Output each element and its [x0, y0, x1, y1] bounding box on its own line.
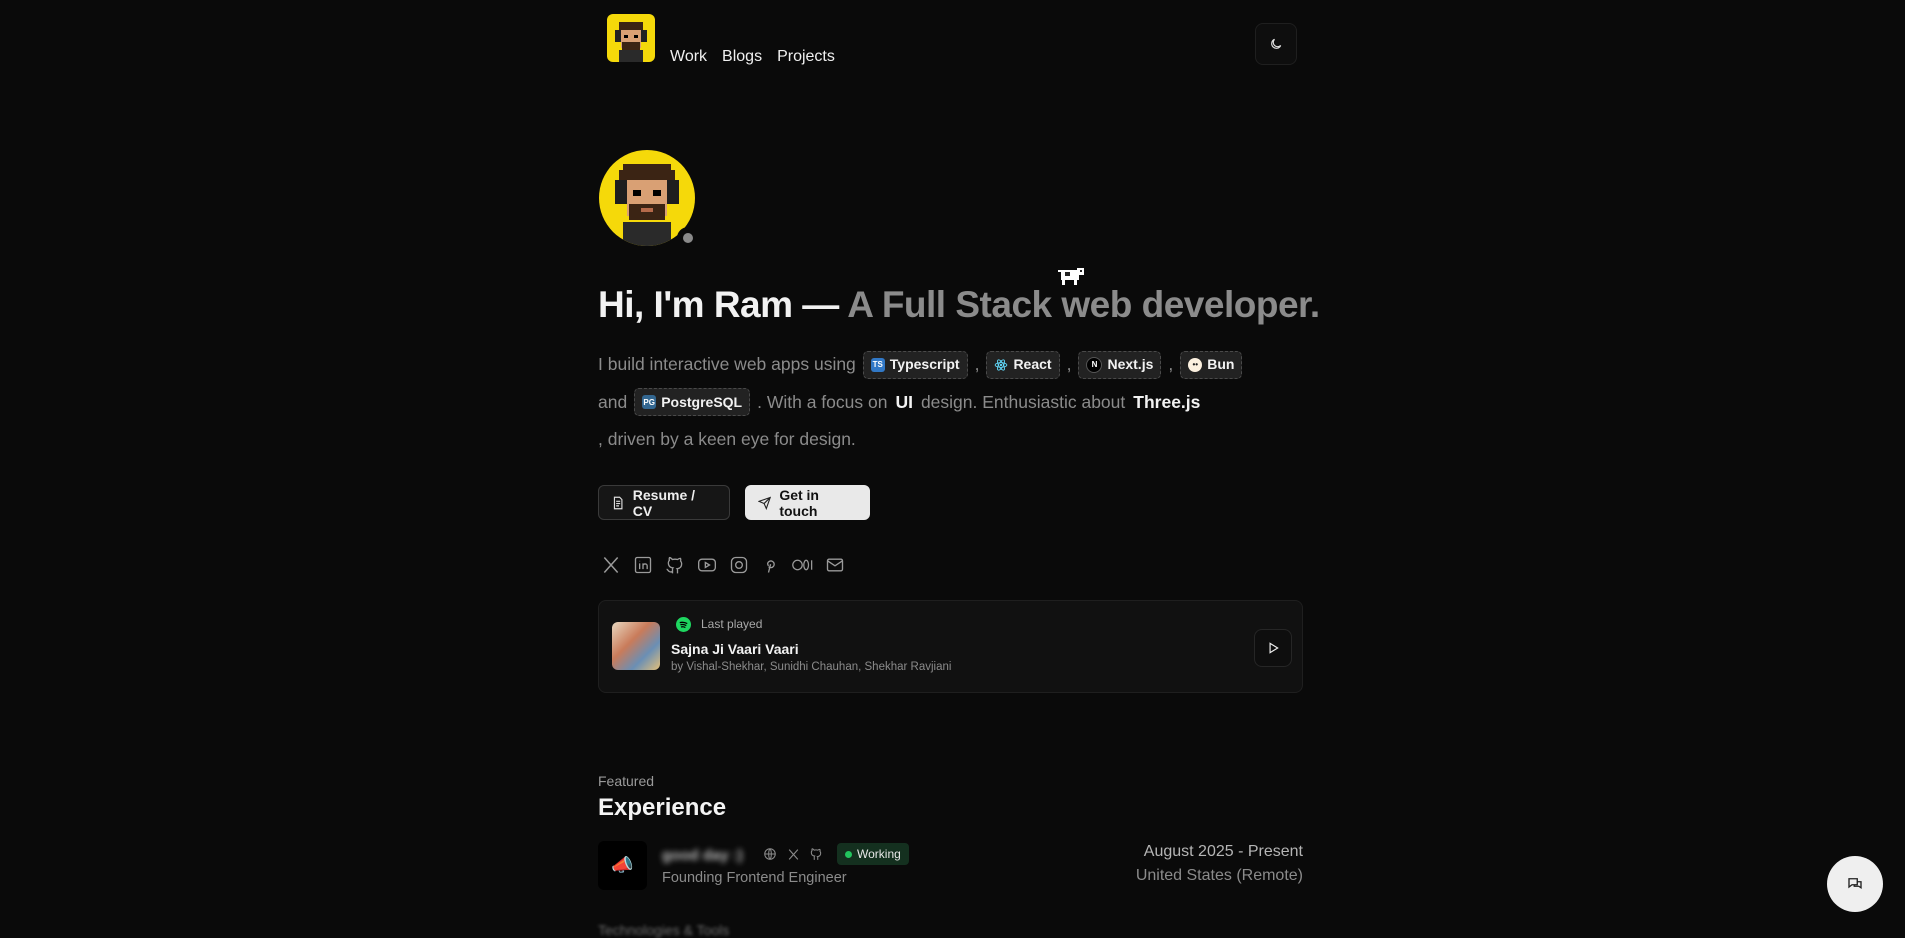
pixel-avatar-icon	[615, 22, 647, 62]
youtube-icon[interactable]	[696, 554, 718, 576]
headline-greeting: Hi, I'm Ram —	[598, 284, 848, 325]
intro-and: and	[598, 391, 628, 412]
skill-label: PostgreSQL	[661, 393, 743, 410]
intro-threejs: Three.js	[1133, 391, 1201, 412]
job-location: United States (Remote)	[1135, 867, 1303, 884]
status-indicator	[677, 227, 699, 249]
social-links	[600, 554, 846, 576]
status-badge-label: Working	[857, 847, 901, 861]
document-icon	[613, 496, 623, 509]
instagram-icon[interactable]	[728, 554, 750, 576]
hero-headline: Hi, I'm Ram — A Full Stack web developer…	[598, 280, 1320, 330]
get-in-touch-label: Get in touch	[779, 486, 819, 519]
github-icon[interactable]	[809, 847, 823, 861]
skill-pill-react[interactable]: React	[986, 350, 1060, 379]
skill-label: Typescript	[889, 356, 960, 372]
x-icon[interactable]	[600, 554, 622, 576]
typescript-icon: TS	[870, 357, 885, 372]
skill-label: React	[1013, 356, 1052, 372]
next-section-peek: Technologies & Tools	[598, 922, 730, 938]
separator: ,	[974, 354, 980, 374]
spotify-icon	[676, 617, 691, 632]
nav-link-projects[interactable]: Projects	[777, 48, 835, 66]
get-in-touch-button[interactable]: Get in touch	[745, 485, 870, 520]
job-dates: August 2025 - Present	[1143, 843, 1303, 860]
album-art	[612, 622, 660, 670]
send-icon	[758, 496, 772, 510]
last-played-label: Last played	[701, 617, 763, 631]
pinterest-icon[interactable]	[760, 554, 782, 576]
main-nav: Work Blogs Projects	[670, 48, 835, 66]
intro-tail: , driven by a keen eye for design.	[598, 429, 856, 449]
section-eyebrow: Featured	[598, 773, 655, 789]
chat-button[interactable]	[1827, 856, 1883, 912]
mail-icon[interactable]	[824, 554, 846, 576]
status-badge: Working	[837, 843, 909, 865]
intro-focus-tail: design. Enthusiastic about	[920, 391, 1126, 412]
job-role: Founding Frontend Engineer	[662, 870, 847, 886]
linkedin-icon[interactable]	[632, 554, 654, 576]
play-icon	[1269, 642, 1279, 654]
skill-pill-bun[interactable]: •• Bun	[1180, 350, 1243, 379]
intro-focus-strong: UI	[895, 391, 913, 412]
resume-button[interactable]: Resume / CV	[598, 485, 730, 520]
separator: ,	[1066, 354, 1072, 374]
moon-icon	[1271, 38, 1282, 49]
intro-lead: I build interactive web apps using	[598, 354, 856, 374]
skill-pill-nextjs[interactable]: N Next.js	[1078, 350, 1162, 379]
site-logo[interactable]	[607, 14, 655, 62]
react-icon	[994, 358, 1008, 372]
github-icon[interactable]	[664, 554, 686, 576]
track-artist: by Vishal-Shekhar, Sunidhi Chauhan, Shek…	[671, 661, 952, 673]
skill-label: Bun	[1207, 356, 1235, 372]
skill-pill-typescript[interactable]: TS Typescript	[862, 350, 968, 379]
track-title[interactable]: Sajna Ji Vaari Vaari	[671, 641, 799, 657]
skill-pill-postgresql[interactable]: PG PostgreSQL	[634, 388, 751, 417]
theme-toggle-button[interactable]	[1255, 23, 1297, 65]
nav-link-work[interactable]: Work	[670, 48, 707, 66]
nextjs-icon: N	[1086, 356, 1103, 373]
resume-button-label: Resume / CV	[632, 486, 696, 519]
nav-link-blogs[interactable]: Blogs	[722, 48, 762, 66]
skill-label: Next.js	[1107, 356, 1154, 372]
company-links	[763, 847, 823, 861]
section-title: Experience	[598, 794, 727, 821]
bun-icon: ••	[1188, 357, 1203, 372]
company-logo: 📣	[598, 841, 647, 890]
company-name[interactable]: good day :)	[662, 847, 743, 864]
headline-role: A Full Stack web developer.	[847, 284, 1320, 325]
chat-icon	[1848, 878, 1862, 890]
play-button[interactable]	[1254, 629, 1292, 667]
separator: ,	[1168, 354, 1174, 374]
medium-icon[interactable]	[792, 554, 814, 576]
postgresql-icon: PG	[642, 395, 657, 410]
globe-icon[interactable]	[763, 847, 777, 861]
hero-intro: I build interactive web apps using TS Ty…	[598, 346, 1288, 459]
x-icon[interactable]	[786, 847, 800, 861]
intro-focus: . With a focus on	[757, 391, 888, 412]
